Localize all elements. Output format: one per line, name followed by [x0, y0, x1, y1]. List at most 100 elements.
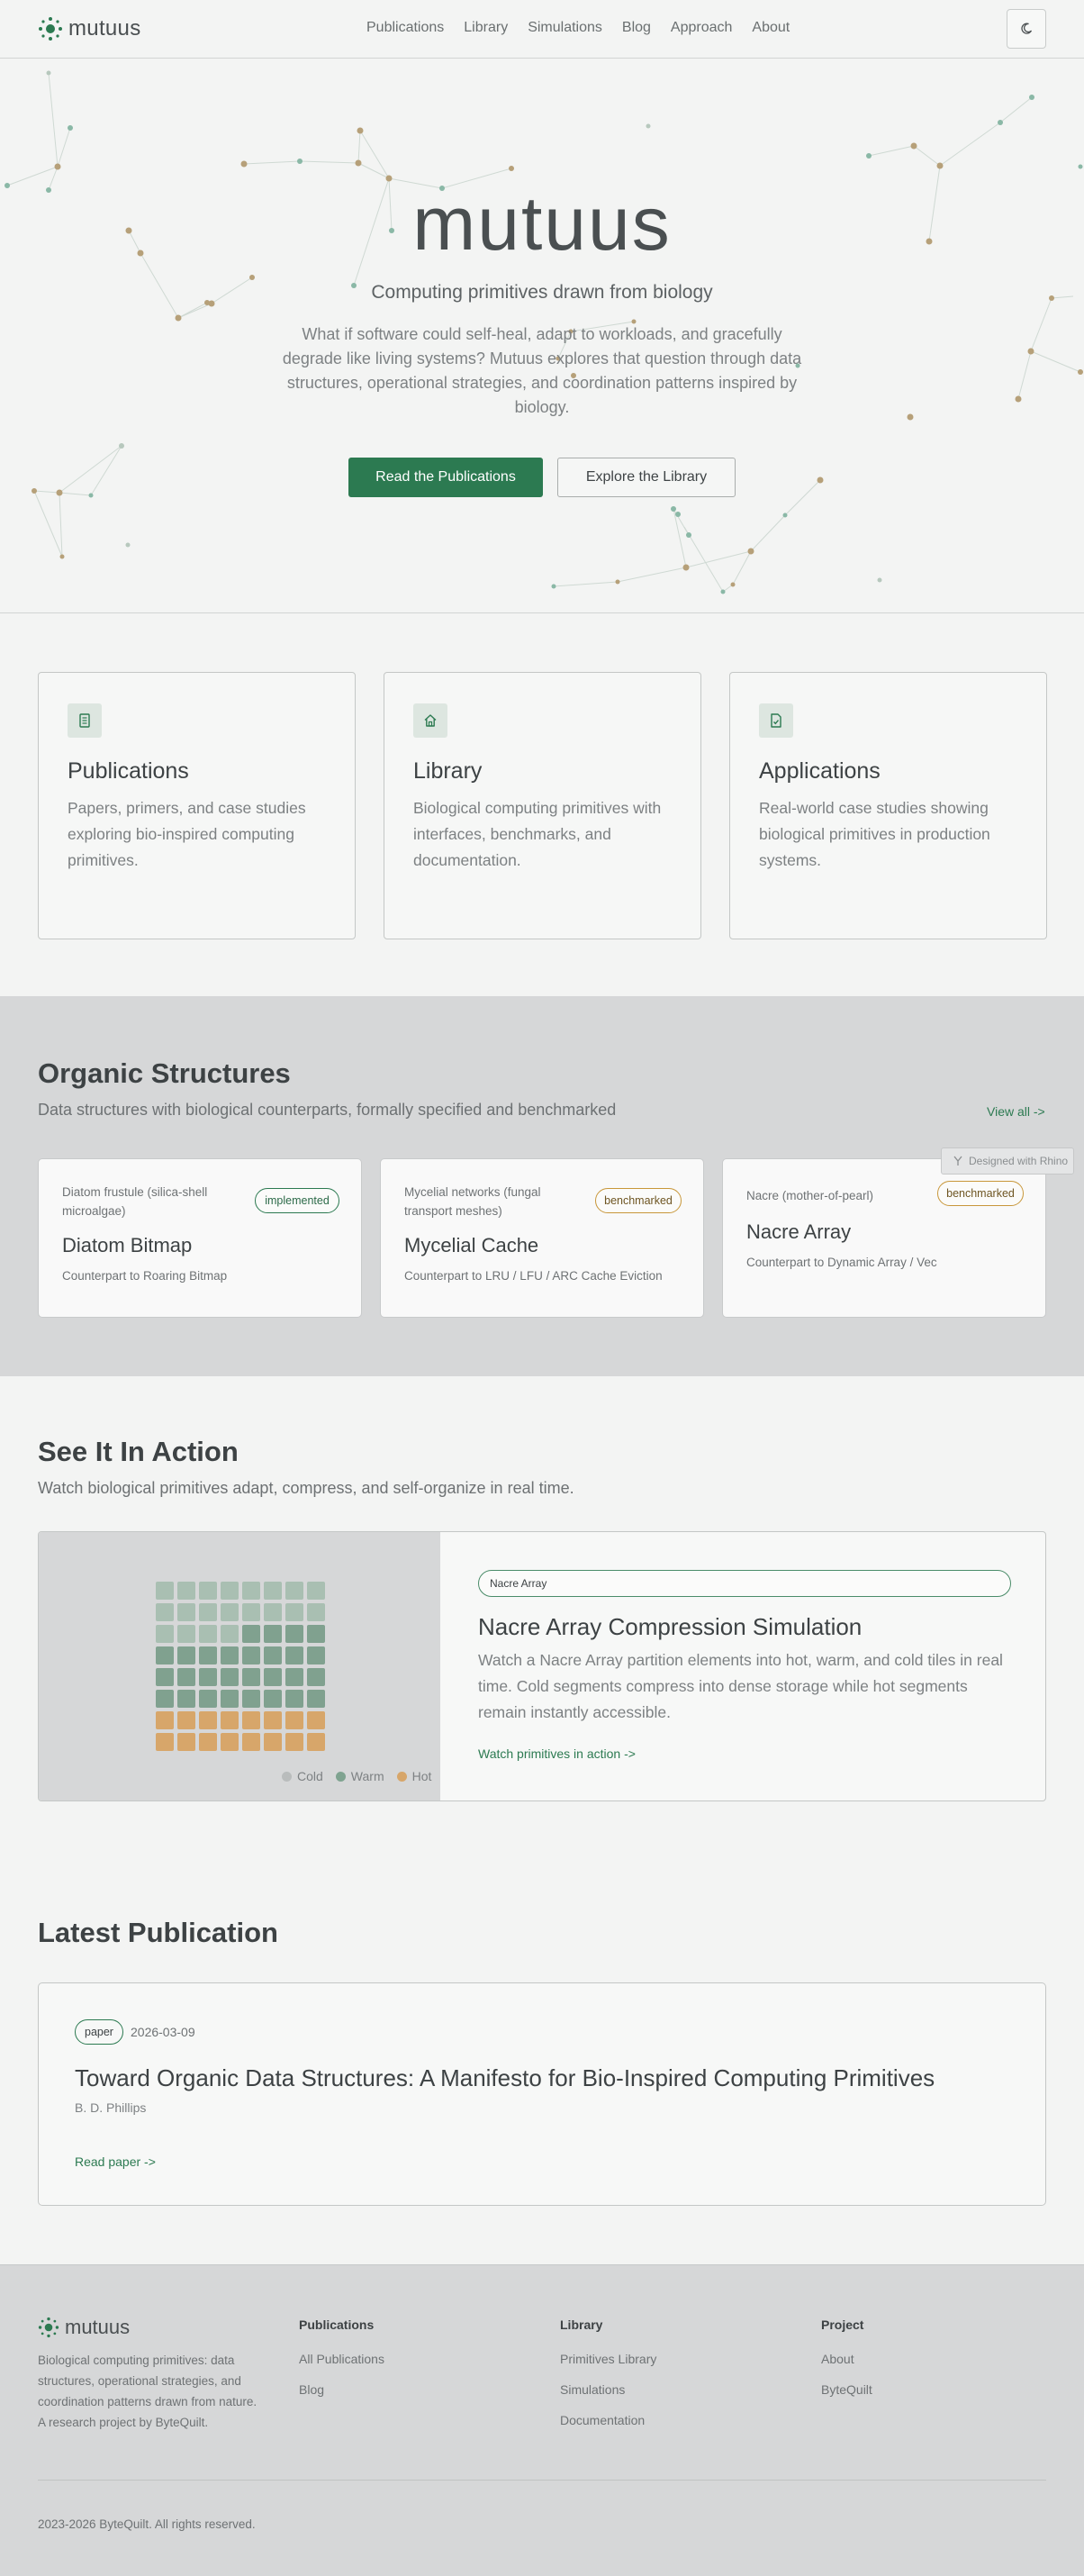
nacre-tile	[221, 1625, 239, 1643]
nacre-tile	[221, 1711, 239, 1729]
tile-legend: Cold Warm Hot	[282, 1769, 444, 1783]
section-title: See It In Action	[38, 1436, 239, 1467]
nacre-tile	[156, 1582, 174, 1600]
publication-date: 2026-03-09	[131, 2025, 195, 2039]
hero: mutuus Computing primitives drawn from b…	[0, 59, 1084, 613]
nacre-tile	[307, 1625, 325, 1643]
footer-column-heading: Library	[560, 2317, 603, 2332]
nacre-tile	[285, 1625, 303, 1643]
nacre-tile	[177, 1646, 195, 1664]
nacre-tile	[242, 1625, 260, 1643]
feature-title: Applications	[759, 758, 881, 784]
nav-link-approach[interactable]: Approach	[671, 20, 733, 36]
nacre-tile	[177, 1603, 195, 1621]
simulation-description: Watch a Nacre Array partition elements i…	[478, 1651, 1003, 1721]
organic-structures-section: Organic Structures Data structures with …	[0, 996, 1084, 1376]
structure-name: Diatom Bitmap	[62, 1234, 193, 1256]
nacre-tile	[307, 1603, 325, 1621]
legend-label: Cold	[297, 1769, 323, 1783]
footer-divider	[38, 2480, 1046, 2481]
structure-card-nacre-array[interactable]: Nacre (mother-of-pearl) benchmarked Nacr…	[722, 1158, 1046, 1318]
watch-primitives-link[interactable]: Watch primitives in action ->	[478, 1746, 636, 1761]
nav-link-simulations[interactable]: Simulations	[528, 20, 602, 36]
feature-title: Publications	[68, 758, 189, 784]
nacre-tile	[307, 1690, 325, 1708]
status-badge: benchmarked	[937, 1181, 1024, 1206]
biological-source: Nacre (mother-of-pearl)	[746, 1189, 874, 1202]
file-check-icon	[759, 703, 793, 738]
logo-mark-icon	[38, 2317, 59, 2338]
designed-with-rhino-badge[interactable]: Designed with Rhino	[941, 1147, 1074, 1175]
feature-title: Library	[413, 758, 483, 784]
nacre-tile	[307, 1733, 325, 1751]
nacre-tile	[199, 1625, 217, 1643]
footer-column-heading: Project	[821, 2317, 864, 2332]
nacre-tile	[307, 1646, 325, 1664]
nacre-tile	[156, 1733, 174, 1751]
biological-source: Diatom frustule (silica-shell microalgae…	[62, 1185, 208, 1218]
explore-library-button[interactable]: Explore the Library	[557, 458, 736, 497]
theme-toggle-button[interactable]	[1007, 9, 1046, 49]
nacre-tile	[285, 1603, 303, 1621]
feature-description: Real-world case studies showing biologic…	[759, 799, 990, 869]
footer-link-about[interactable]: About	[821, 2352, 872, 2366]
nacre-tile	[156, 1603, 174, 1621]
simulation-card[interactable]: Cold Warm Hot Nacre Array Nacre Array Co…	[38, 1531, 1046, 1801]
logo[interactable]: mutuus	[38, 16, 141, 41]
structure-card-mycelial-cache[interactable]: Mycelial networks (fungal transport mesh…	[380, 1158, 704, 1318]
nacre-tile	[307, 1668, 325, 1686]
section-title: Latest Publication	[38, 1917, 278, 1948]
footer-link-simulations[interactable]: Simulations	[560, 2382, 656, 2397]
nacre-tile	[242, 1582, 260, 1600]
nacre-tile	[156, 1668, 174, 1686]
feature-card-publications[interactable]: Publications Papers, primers, and case s…	[38, 672, 356, 939]
footer-logo[interactable]: mutuus	[38, 2316, 130, 2339]
footer-link-all-publications[interactable]: All Publications	[299, 2352, 384, 2366]
footer-link-blog[interactable]: Blog	[299, 2382, 384, 2397]
status-badge: benchmarked	[595, 1188, 682, 1213]
footer-description: Biological computing primitives: data st…	[38, 2354, 257, 2429]
document-icon	[68, 703, 102, 738]
simulation-label-pill: Nacre Array	[478, 1570, 1011, 1597]
nacre-tile	[242, 1690, 260, 1708]
view-all-link[interactable]: View all ->	[987, 1104, 1045, 1119]
structure-card-diatom-bitmap[interactable]: Diatom frustule (silica-shell microalgae…	[38, 1158, 362, 1318]
nacre-tile	[242, 1711, 260, 1729]
status-badge: implemented	[255, 1188, 339, 1213]
nacre-tile	[177, 1668, 195, 1686]
nacre-tile	[177, 1733, 195, 1751]
nacre-tile	[285, 1711, 303, 1729]
section-subtitle: Data structures with biological counterp…	[38, 1101, 617, 1119]
nacre-tile	[264, 1625, 282, 1643]
feature-cards-section: Publications Papers, primers, and case s…	[0, 614, 1084, 996]
nav-link-about[interactable]: About	[752, 20, 790, 36]
footer-column-project: Project About ByteQuilt	[821, 2317, 872, 2413]
publication-title[interactable]: Toward Organic Data Structures: A Manife…	[75, 2064, 935, 2092]
publication-card[interactable]: paper 2026-03-09 Toward Organic Data Str…	[38, 1982, 1046, 2206]
nacre-tile	[199, 1582, 217, 1600]
nav-link-library[interactable]: Library	[464, 20, 508, 36]
structure-name: Nacre Array	[746, 1220, 852, 1243]
legend-label: Warm	[350, 1769, 384, 1783]
read-publications-button[interactable]: Read the Publications	[348, 458, 543, 497]
counterpart-text: Counterpart to LRU / LFU / ARC Cache Evi…	[404, 1269, 663, 1283]
nacre-tile	[242, 1668, 260, 1686]
nacre-tile	[264, 1733, 282, 1751]
feature-card-applications[interactable]: Applications Real-world case studies sho…	[729, 672, 1047, 939]
footer-link-primitives-library[interactable]: Primitives Library	[560, 2352, 656, 2366]
nav-link-blog[interactable]: Blog	[622, 20, 651, 36]
feature-card-library[interactable]: Library Biological computing primitives …	[384, 672, 701, 939]
nacre-tile	[264, 1603, 282, 1621]
nacre-tile	[199, 1646, 217, 1664]
publication-author: B. D. Phillips	[75, 2100, 147, 2115]
nav-link-publications[interactable]: Publications	[366, 20, 444, 36]
footer-column-publications: Publications All Publications Blog	[299, 2317, 384, 2413]
nacre-tile	[264, 1582, 282, 1600]
footer-link-documentation[interactable]: Documentation	[560, 2413, 656, 2427]
simulation-preview: Cold Warm Hot	[39, 1532, 440, 1800]
copyright-text: 2023-2026 ByteQuilt. All rights reserved…	[38, 2517, 256, 2531]
nacre-tile	[156, 1711, 174, 1729]
read-paper-link[interactable]: Read paper ->	[75, 2154, 156, 2169]
footer-link-bytequilt[interactable]: ByteQuilt	[821, 2382, 872, 2397]
nacre-tile	[285, 1733, 303, 1751]
